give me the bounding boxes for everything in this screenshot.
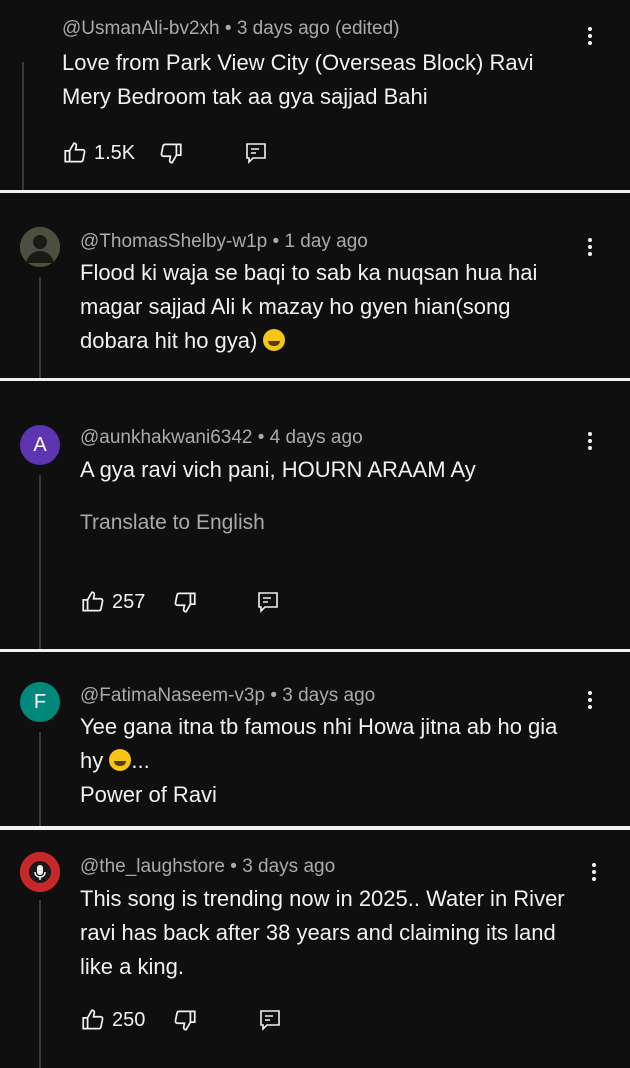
thumbs-down-icon [174, 592, 196, 613]
thumbs-up-icon [82, 1009, 104, 1030]
avatar[interactable] [20, 227, 60, 267]
thread-line [39, 732, 41, 826]
avatar[interactable]: F [20, 682, 60, 722]
like-count: 1.5K [94, 141, 136, 164]
translate-link[interactable]: Translate to English [80, 511, 265, 535]
comment-text: Flood ki waja se baqi to sab ka nuqsan h… [80, 260, 538, 353]
comment-actions: 1.5K [62, 138, 282, 168]
more-options-icon[interactable] [580, 235, 600, 261]
thread-line [39, 277, 41, 378]
comment-actions: 250 [80, 1005, 300, 1035]
comment-card: @UsmanAli-bv2xh • 3 days ago (edited) Lo… [0, 0, 630, 190]
thread-line [39, 475, 41, 649]
dislike-button[interactable] [172, 587, 198, 617]
reply-button[interactable] [258, 1005, 282, 1035]
thumbs-up-icon [82, 591, 104, 612]
thumbs-up-icon [64, 142, 86, 163]
like-count: 257 [112, 590, 146, 613]
comment-meta: @ThomasShelby-w1p • 1 day ago [80, 231, 368, 252]
laughstore-logo-icon [20, 852, 60, 892]
comment-meta: @aunkhakwani6342 • 4 days ago [80, 427, 363, 448]
dislike-button[interactable] [158, 138, 184, 168]
tears-of-joy-emoji-icon [109, 749, 132, 771]
more-options-icon[interactable] [580, 24, 600, 50]
comment-card: F @FatimaNaseem-v3p • 3 days ago Yee gan… [0, 652, 630, 826]
comment-card: A @aunkhakwani6342 • 4 days ago A gya ra… [0, 381, 630, 649]
comment-card: @the_laughstore • 3 days ago This song i… [0, 830, 630, 1068]
comment-meta: @the_laughstore • 3 days ago [80, 856, 336, 877]
comment-text: This song is trending now in 2025.. Wate… [80, 886, 565, 979]
comment-text: A gya ravi vich pani, HOURN ARAAM Ay [80, 457, 476, 482]
like-count: 250 [112, 1008, 146, 1031]
comment-text: Love from Park View City (Overseas Block… [62, 50, 534, 109]
avatar[interactable] [20, 852, 60, 892]
thumbs-down-icon [174, 1010, 196, 1031]
like-button[interactable]: 1.5K [62, 138, 135, 168]
more-options-icon[interactable] [580, 429, 600, 455]
reply-icon [246, 143, 266, 164]
comment-actions: 257 [80, 587, 300, 617]
like-button[interactable]: 250 [80, 1005, 145, 1035]
reply-button[interactable] [256, 587, 280, 617]
reply-icon [260, 1010, 280, 1031]
thread-line [39, 900, 41, 1068]
avatar[interactable]: A [20, 425, 60, 465]
grinning-sweat-emoji-icon [263, 329, 286, 351]
like-button[interactable]: 257 [80, 587, 145, 617]
avatar-silhouette-icon [20, 227, 60, 267]
reply-button[interactable] [244, 138, 268, 168]
thumbs-down-icon [160, 143, 182, 164]
dislike-button[interactable] [172, 1005, 198, 1035]
thread-line [22, 62, 24, 190]
comment-card: @ThomasShelby-w1p • 1 day ago Flood ki w… [0, 193, 630, 378]
comment-meta: @FatimaNaseem-v3p • 3 days ago [80, 685, 376, 706]
more-options-icon[interactable] [580, 688, 600, 714]
comment-text: Yee gana itna tb famous nhi Howa jitna a… [80, 714, 558, 807]
reply-icon [258, 592, 278, 613]
comment-meta: @UsmanAli-bv2xh • 3 days ago (edited) [62, 18, 400, 39]
more-options-icon[interactable] [584, 860, 604, 886]
